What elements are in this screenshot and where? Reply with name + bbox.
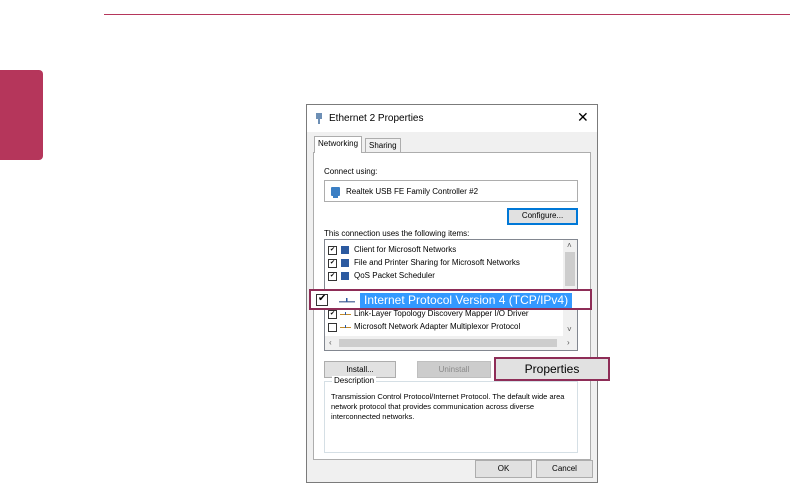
side-section-tab	[0, 70, 43, 160]
tab-networking[interactable]: Networking	[314, 136, 363, 153]
protocol-icon	[340, 325, 351, 328]
ipv4-list-item-callout[interactable]: Internet Protocol Version 4 (TCP/IPv4)	[309, 289, 592, 310]
scroll-right-icon[interactable]: ›	[567, 339, 570, 347]
list-item-label: QoS Packet Scheduler	[354, 271, 435, 280]
network-adapter-icon	[316, 113, 322, 124]
adapter-field: Realtek USB FE Family Controller #2	[324, 180, 578, 202]
properties-button[interactable]: Properties	[494, 357, 610, 381]
network-card-icon	[331, 187, 340, 198]
file-sharing-icon	[341, 259, 349, 267]
ipv4-checkbox[interactable]	[316, 293, 328, 306]
scroll-down-icon[interactable]: ˅	[567, 326, 572, 334]
ipv4-item-label: Internet Protocol Version 4 (TCP/IPv4)	[360, 293, 573, 308]
description-text: Transmission Control Protocol/Internet P…	[331, 392, 565, 421]
title-bar: Ethernet 2 Properties ✕	[307, 105, 597, 132]
tab-sharing[interactable]: Sharing	[365, 138, 401, 152]
list-item[interactable]: Link-Layer Topology Discovery Mapper I/O…	[328, 309, 560, 321]
ok-button[interactable]: OK	[475, 460, 532, 478]
items-label: This connection uses the following items…	[324, 229, 470, 238]
vertical-scroll-thumb[interactable]	[565, 252, 575, 286]
horizontal-scroll-thumb[interactable]	[339, 339, 557, 347]
list-item-label: Client for Microsoft Networks	[354, 245, 457, 254]
description-group: Description Transmission Control Protoco…	[324, 376, 578, 453]
cancel-button[interactable]: Cancel	[536, 460, 593, 478]
list-item[interactable]: Microsoft Network Adapter Multiplexor Pr…	[328, 322, 560, 334]
protocol-icon	[339, 298, 355, 303]
list-item[interactable]: Client for Microsoft Networks	[328, 245, 560, 257]
item-checkbox[interactable]	[328, 272, 337, 281]
list-item-label: Link-Layer Topology Discovery Mapper I/O…	[354, 309, 529, 318]
uninstall-button[interactable]: Uninstall	[417, 361, 491, 378]
configure-button[interactable]: Configure...	[507, 208, 578, 225]
connect-using-label: Connect using:	[324, 167, 378, 176]
client-icon	[341, 246, 349, 254]
list-item[interactable]: File and Printer Sharing for Microsoft N…	[328, 258, 560, 270]
list-item-label: Microsoft Network Adapter Multiplexor Pr…	[354, 322, 521, 331]
description-label: Description	[332, 376, 377, 385]
header-divider-line	[104, 14, 790, 15]
horizontal-scrollbar[interactable]: ‹ ›	[325, 336, 577, 350]
close-icon[interactable]: ✕	[577, 110, 589, 124]
adapter-name: Realtek USB FE Family Controller #2	[346, 187, 479, 196]
qos-icon	[341, 272, 349, 280]
item-checkbox[interactable]	[328, 310, 337, 319]
list-item[interactable]: QoS Packet Scheduler	[328, 271, 560, 283]
tab-sharing-label: Sharing	[369, 141, 397, 150]
tab-networking-label: Networking	[318, 139, 359, 148]
list-item-label: File and Printer Sharing for Microsoft N…	[354, 258, 520, 267]
dialog-title: Ethernet 2 Properties	[329, 113, 424, 124]
item-checkbox[interactable]	[328, 323, 337, 332]
protocol-icon	[340, 312, 351, 315]
scroll-left-icon[interactable]: ‹	[329, 339, 332, 347]
scroll-up-icon[interactable]: ˄	[567, 242, 572, 250]
item-checkbox[interactable]	[328, 246, 337, 255]
item-checkbox[interactable]	[328, 259, 337, 268]
